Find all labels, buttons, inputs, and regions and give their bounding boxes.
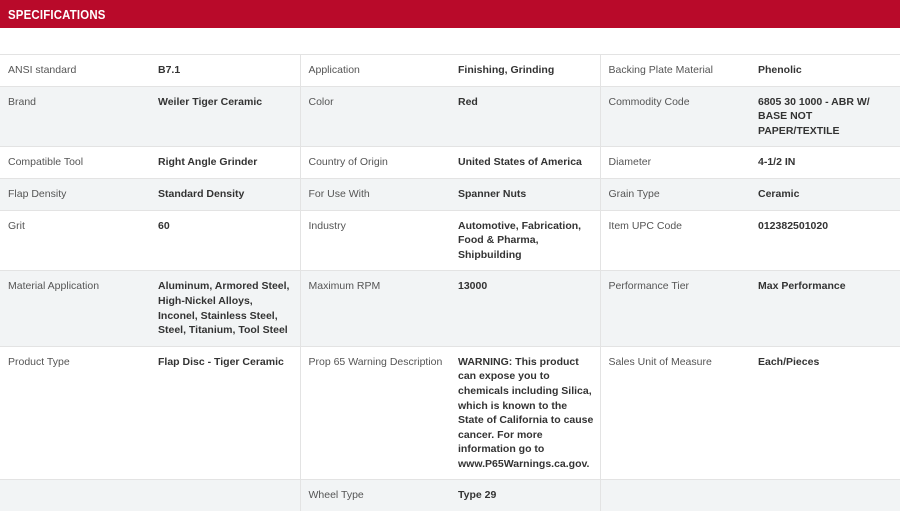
spec-row: Product Type Flap Disc - Tiger Ceramic P… xyxy=(0,346,900,480)
spec-value: Spanner Nuts xyxy=(450,178,601,211)
spec-label: For Use With xyxy=(300,178,450,211)
spec-label: Compatible Tool xyxy=(0,146,150,179)
spec-row: Grit 60 Industry Automotive, Fabrication… xyxy=(0,210,900,271)
spec-label: Item UPC Code xyxy=(600,210,750,271)
spec-value: Finishing, Grinding xyxy=(450,54,601,87)
specifications-table: ANSI standard B7.1 Application Finishing… xyxy=(0,54,900,511)
spec-value: 60 xyxy=(150,210,301,271)
spec-label: Wheel Type xyxy=(300,479,450,511)
spec-value: Max Performance xyxy=(750,270,900,347)
spec-value: Ceramic xyxy=(750,178,900,211)
spec-label: Color xyxy=(300,86,450,147)
spec-row: Wheel Type Type 29 xyxy=(0,479,900,511)
spec-value: 13000 xyxy=(450,270,601,347)
spec-label: Material Application xyxy=(0,270,150,347)
specifications-header: SPECIFICATIONS xyxy=(0,0,900,28)
spec-label: Sales Unit of Measure xyxy=(600,346,750,480)
header-spacer xyxy=(0,28,900,54)
spec-label: Industry xyxy=(300,210,450,271)
spec-value: B7.1 xyxy=(150,54,301,87)
spec-value: Type 29 xyxy=(450,479,601,511)
spec-value: WARNING: This product can expose you to … xyxy=(450,346,601,480)
spec-value: Weiler Tiger Ceramic xyxy=(150,86,301,147)
spec-label: Flap Density xyxy=(0,178,150,211)
spec-value: Automotive, Fabrication, Food & Pharma, … xyxy=(450,210,601,271)
spec-value: Phenolic xyxy=(750,54,900,87)
spec-label xyxy=(600,479,750,511)
spec-value: United States of America xyxy=(450,146,601,179)
spec-label: Product Type xyxy=(0,346,150,480)
spec-label: Prop 65 Warning Description xyxy=(300,346,450,480)
section-title: SPECIFICATIONS xyxy=(8,6,106,22)
spec-label: Performance Tier xyxy=(600,270,750,347)
spec-label: Application xyxy=(300,54,450,87)
spec-label xyxy=(0,479,150,511)
spec-row: Brand Weiler Tiger Ceramic Color Red Com… xyxy=(0,86,900,147)
spec-value: 6805 30 1000 - ABR W/ BASE NOT PAPER/TEX… xyxy=(750,86,900,147)
spec-label: Country of Origin xyxy=(300,146,450,179)
spec-label: ANSI standard xyxy=(0,54,150,87)
spec-value: Right Angle Grinder xyxy=(150,146,301,179)
spec-label: Maximum RPM xyxy=(300,270,450,347)
spec-label: Backing Plate Material xyxy=(600,54,750,87)
spec-row: Compatible Tool Right Angle Grinder Coun… xyxy=(0,146,900,179)
spec-value: 012382501020 xyxy=(750,210,900,271)
spec-label: Grit xyxy=(0,210,150,271)
spec-label: Commodity Code xyxy=(600,86,750,147)
spec-value: Aluminum, Armored Steel, High-Nickel All… xyxy=(150,270,301,347)
spec-row: Flap Density Standard Density For Use Wi… xyxy=(0,178,900,211)
spec-row: Material Application Aluminum, Armored S… xyxy=(0,270,900,347)
spec-value: Red xyxy=(450,86,601,147)
spec-label: Grain Type xyxy=(600,178,750,211)
spec-row: ANSI standard B7.1 Application Finishing… xyxy=(0,54,900,87)
spec-value: 4-1/2 IN xyxy=(750,146,900,179)
spec-label: Brand xyxy=(0,86,150,147)
spec-value xyxy=(750,479,900,511)
spec-label: Diameter xyxy=(600,146,750,179)
spec-value: Flap Disc - Tiger Ceramic xyxy=(150,346,301,480)
spec-value xyxy=(150,479,301,511)
spec-value: Standard Density xyxy=(150,178,301,211)
spec-value: Each/Pieces xyxy=(750,346,900,480)
